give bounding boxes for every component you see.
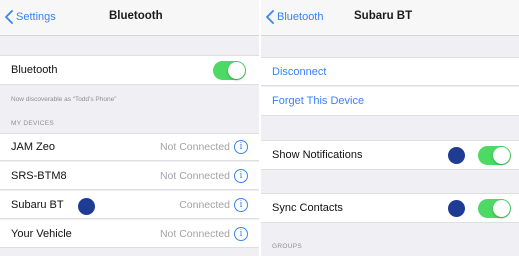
device-name: JAM Zeo bbox=[11, 141, 56, 153]
disconnect-button[interactable]: Disconnect bbox=[272, 66, 326, 78]
info-icon[interactable]: i bbox=[234, 226, 248, 241]
discoverable-note: Now discoverable as “Todd’s Phone” bbox=[11, 96, 117, 103]
bluetooth-settings-screen: Settings Bluetooth Bluetooth Now discove… bbox=[0, 0, 259, 256]
chevron-left-icon bbox=[266, 10, 274, 24]
device-status: Not Connected bbox=[159, 227, 230, 240]
back-button-bluetooth[interactable]: Bluetooth bbox=[266, 8, 323, 26]
device-name: SRS-BTM8 bbox=[11, 169, 67, 182]
device-status: Not Connected bbox=[159, 141, 230, 153]
sync-contacts-row: Sync Contacts bbox=[261, 193, 519, 223]
info-icon[interactable]: i bbox=[234, 140, 248, 154]
device-detail-screen: Bluetooth Subaru BT Disconnect Forget Th… bbox=[261, 0, 519, 256]
device-name: Your Vehicle bbox=[11, 227, 72, 240]
device-row-srs-btm8[interactable]: SRS-BTM8 Not Connected i bbox=[0, 162, 259, 190]
device-row-your-vehicle[interactable]: Your Vehicle Not Connected i bbox=[0, 220, 259, 248]
bluetooth-toggle[interactable] bbox=[213, 61, 246, 80]
toggle-knob bbox=[493, 147, 510, 164]
show-notifications-label: Show Notifications bbox=[272, 149, 363, 161]
toggle-knob bbox=[228, 62, 245, 79]
info-icon[interactable]: i bbox=[234, 197, 248, 212]
info-icon[interactable]: i bbox=[234, 168, 248, 183]
groups-header: GROUPS bbox=[272, 243, 302, 250]
page-title: Subaru BT bbox=[354, 10, 413, 22]
highlight-marker bbox=[448, 147, 465, 164]
highlight-marker bbox=[78, 198, 95, 215]
device-status: Not Connected bbox=[159, 169, 230, 182]
back-label: Bluetooth bbox=[277, 11, 324, 23]
back-button-settings[interactable]: Settings bbox=[5, 8, 56, 26]
forget-device-button[interactable]: Forget This Device bbox=[272, 95, 364, 107]
bluetooth-row: Bluetooth bbox=[0, 55, 259, 85]
disconnect-row[interactable]: Disconnect bbox=[261, 57, 519, 86]
show-notifications-row: Show Notifications bbox=[261, 140, 519, 170]
sync-contacts-label: Sync Contacts bbox=[272, 202, 343, 214]
bluetooth-label: Bluetooth bbox=[11, 64, 58, 76]
device-name: Subaru BT bbox=[11, 198, 64, 211]
navigation-bar: Settings Bluetooth bbox=[0, 0, 259, 36]
back-label: Settings bbox=[16, 11, 56, 23]
device-row-subaru-bt[interactable]: Subaru BT Connected i bbox=[0, 191, 259, 219]
page-title: Bluetooth bbox=[109, 10, 163, 22]
navigation-bar: Bluetooth Subaru BT bbox=[261, 0, 519, 36]
my-devices-header: MY DEVICES bbox=[11, 120, 54, 127]
device-status: Connected bbox=[179, 198, 230, 211]
sync-contacts-toggle[interactable] bbox=[478, 199, 511, 218]
toggle-knob bbox=[493, 200, 510, 217]
highlight-marker bbox=[448, 200, 465, 217]
forget-row[interactable]: Forget This Device bbox=[261, 87, 519, 116]
device-row-jam-zeo[interactable]: JAM Zeo Not Connected i bbox=[0, 133, 259, 161]
chevron-left-icon bbox=[5, 10, 13, 24]
show-notifications-toggle[interactable] bbox=[478, 146, 511, 165]
